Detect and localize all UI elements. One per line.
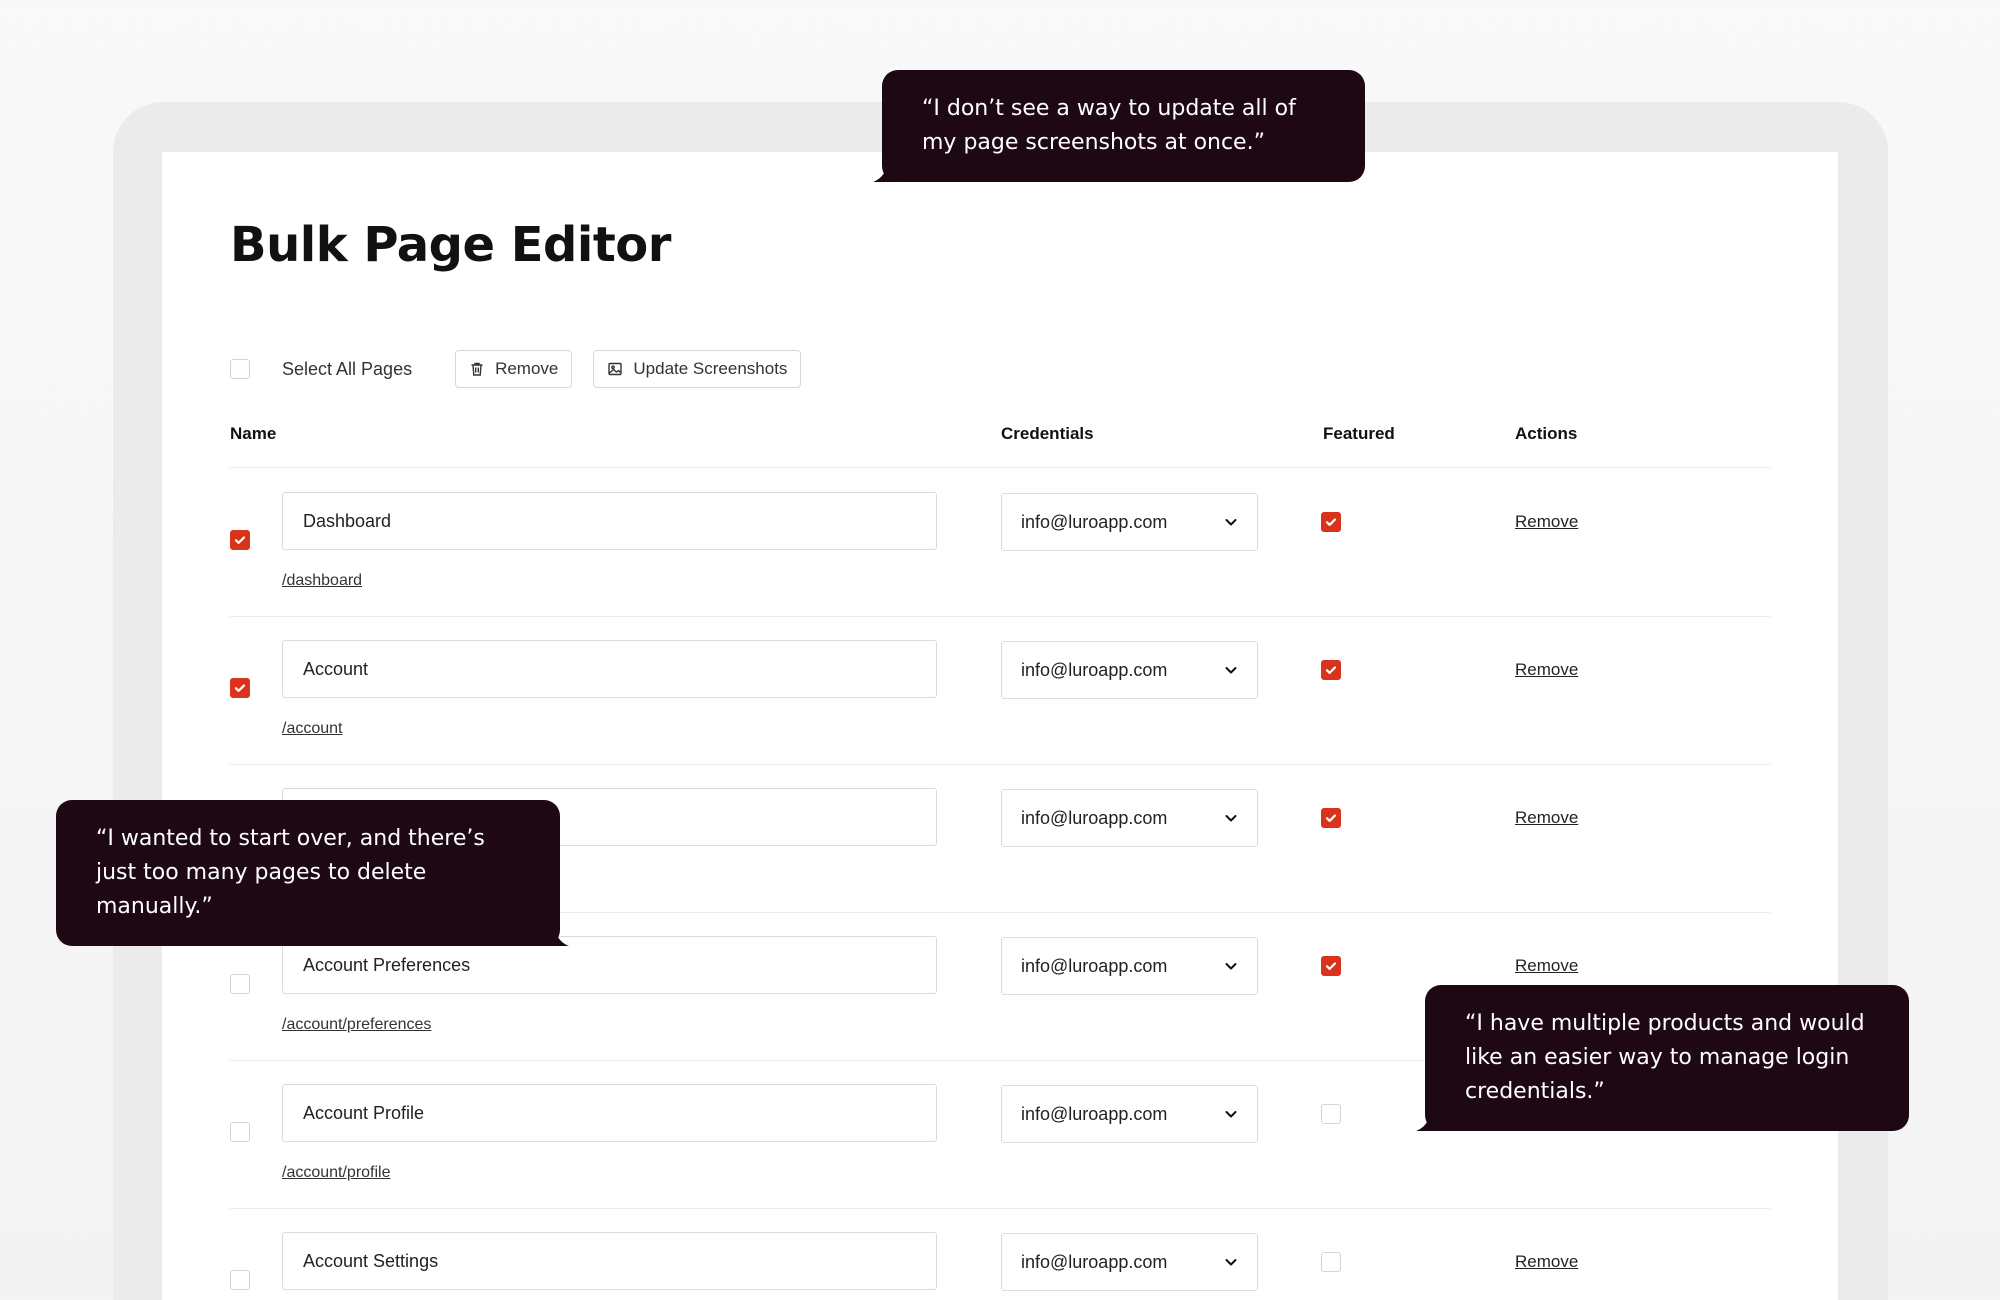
page-name-input[interactable]: Account	[282, 640, 937, 698]
quote-text: “I don’t see a way to update all of my p…	[922, 96, 1296, 155]
update-screenshots-button[interactable]: Update Screenshots	[593, 350, 802, 388]
page-slug-link[interactable]: /account/preferences	[282, 1016, 431, 1034]
page-name-value: Dashboard	[303, 510, 392, 531]
row-remove-link[interactable]: Remove	[1515, 512, 1578, 532]
credentials-select[interactable]: info@luroapp.com	[1001, 493, 1258, 551]
credentials-select[interactable]: info@luroapp.com	[1001, 1085, 1258, 1143]
credentials-value: info@luroapp.com	[1021, 1103, 1168, 1124]
quote-text: “I wanted to start over, and there’s jus…	[96, 826, 485, 919]
quote-text: “I have multiple products and would like…	[1465, 1011, 1865, 1104]
page-slug-link[interactable]: /dashboard	[282, 572, 362, 590]
bubble-tail-icon	[545, 926, 569, 946]
bubble-tail-icon	[1416, 1111, 1440, 1131]
featured-checkbox[interactable]	[1321, 512, 1341, 532]
table-row: Account/account info@luroapp.com Remove	[162, 616, 1838, 764]
featured-checkbox[interactable]	[1321, 1104, 1341, 1124]
checkmark-icon	[1325, 518, 1337, 526]
row-select-checkbox[interactable]	[230, 974, 250, 994]
credentials-select[interactable]: info@luroapp.com	[1001, 937, 1258, 995]
chevron-down-icon	[1225, 815, 1237, 822]
checkmark-icon	[234, 536, 246, 544]
column-header-name: Name	[230, 424, 277, 443]
chevron-down-icon	[1225, 519, 1237, 526]
trash-icon	[471, 362, 483, 376]
checkmark-icon	[1325, 962, 1337, 970]
row-remove-link[interactable]: Remove	[1515, 808, 1578, 828]
row-select-checkbox[interactable]	[230, 1270, 250, 1290]
featured-checkbox[interactable]	[1321, 660, 1341, 680]
column-header-credentials: Credentials	[1001, 424, 1094, 443]
credentials-value: info@luroapp.com	[1021, 511, 1168, 532]
table-row: Dashboard/dashboard info@luroapp.com Remov…	[162, 468, 1838, 616]
column-header-actions: Actions	[1515, 424, 1578, 443]
checkmark-icon	[234, 684, 246, 692]
row-remove-link[interactable]: Remove	[1515, 956, 1578, 976]
chevron-down-icon	[1225, 963, 1237, 970]
select-all-label: Select All Pages	[282, 358, 413, 379]
featured-checkbox[interactable]	[1321, 808, 1341, 828]
credentials-value: info@luroapp.com	[1021, 659, 1168, 680]
credentials-value: info@luroapp.com	[1021, 955, 1168, 976]
page-name-value: Account	[303, 658, 369, 679]
chevron-down-icon	[1225, 667, 1237, 674]
page-name-value: Account Profile	[303, 1102, 425, 1123]
page-name-input[interactable]: Account Profile	[282, 1084, 937, 1142]
credentials-select[interactable]: info@luroapp.com	[1001, 641, 1258, 699]
page-slug-link[interactable]: /account/profile	[282, 1164, 391, 1182]
image-icon	[608, 362, 623, 376]
credentials-value: info@luroapp.com	[1021, 807, 1168, 828]
credentials-select[interactable]: info@luroapp.com	[1001, 1233, 1258, 1291]
quote-bubble-delete: “I wanted to start over, and there’s jus…	[56, 800, 569, 946]
page-slug-link[interactable]: /account	[282, 720, 342, 738]
row-select-checkbox[interactable]	[230, 530, 250, 550]
bulk-remove-label: Remove	[495, 359, 559, 378]
table-header: Name Credentials Featured Actions	[230, 424, 1770, 464]
chevron-down-icon	[1225, 1259, 1237, 1266]
chevron-down-icon	[1225, 1111, 1237, 1118]
row-select-checkbox[interactable]	[230, 678, 250, 698]
featured-checkbox[interactable]	[1321, 956, 1341, 976]
checkmark-icon	[1325, 814, 1337, 822]
bulk-toolbar: Select All Pages Remove Update Screensho…	[230, 350, 802, 388]
quote-bubble-credentials: “I have multiple products and would like…	[1416, 985, 1909, 1131]
row-remove-link[interactable]: Remove	[1515, 660, 1578, 680]
featured-checkbox[interactable]	[1321, 1252, 1341, 1272]
page-name-value: Account Settings	[303, 1250, 439, 1271]
checkmark-icon	[1325, 666, 1337, 674]
quote-bubble-screenshots: “I don’t see a way to update all of my p…	[873, 70, 1365, 182]
select-all-checkbox[interactable]	[230, 359, 250, 379]
credentials-value: info@luroapp.com	[1021, 1251, 1168, 1272]
update-screenshots-label: Update Screenshots	[633, 359, 788, 378]
bulk-remove-button[interactable]: Remove	[455, 350, 573, 388]
column-header-featured: Featured	[1323, 424, 1395, 443]
bubble-tail-icon	[873, 162, 897, 182]
row-remove-link[interactable]: Remove	[1515, 1252, 1578, 1272]
table-row: Account Settings info@luroapp.com Remove	[162, 1208, 1838, 1300]
page-name-input[interactable]: Dashboard	[282, 492, 937, 550]
credentials-select[interactable]: info@luroapp.com	[1001, 789, 1258, 847]
page-name-value: Account Preferences	[303, 954, 471, 975]
page-name-input[interactable]: Account Settings	[282, 1232, 937, 1290]
row-select-checkbox[interactable]	[230, 1122, 250, 1142]
page-title: Bulk Page Editor	[230, 217, 671, 273]
